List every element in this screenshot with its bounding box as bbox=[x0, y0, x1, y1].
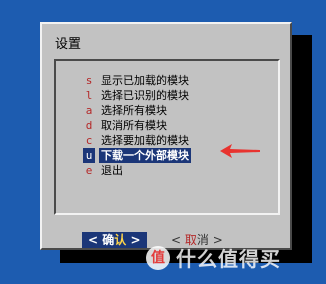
menu-item-deselect-all[interactable]: d 取消所有模块 bbox=[83, 118, 263, 133]
menu-item-select-recognized[interactable]: l 选择已识别的模块 bbox=[83, 88, 263, 103]
ok-hotkey: 认 bbox=[114, 233, 127, 247]
cancel-label-main: 消 bbox=[196, 233, 209, 247]
menu-label: 选择已识别的模块 bbox=[101, 89, 189, 102]
settings-dialog: 设置 s 显示已加载的模块 l 选择已识别的模块 a 选择所有模块 d 取消所有… bbox=[40, 22, 292, 250]
watermark-text: 什么值得买 bbox=[176, 247, 281, 271]
menu-item-select-all[interactable]: a 选择所有模块 bbox=[83, 103, 263, 118]
watermark: 值 什么值得买 bbox=[146, 246, 318, 272]
menu-label: 下载一个外部模块 bbox=[99, 148, 191, 163]
menu-label: 选择要加载的模块 bbox=[101, 134, 189, 147]
menu-key: s bbox=[85, 74, 93, 87]
watermark-badge: 值 bbox=[146, 246, 170, 270]
menu-key: u bbox=[83, 148, 95, 163]
ok-button[interactable]: < 确认 > bbox=[82, 232, 147, 248]
menu-item-show-loaded[interactable]: s 显示已加载的模块 bbox=[83, 73, 263, 88]
menu-key: a bbox=[85, 104, 93, 117]
ok-label-main: 确 bbox=[102, 233, 115, 247]
menu-item-exit[interactable]: e 退出 bbox=[83, 163, 263, 178]
cancel-right-bracket: > bbox=[212, 233, 223, 247]
menu-key: c bbox=[85, 134, 93, 147]
menu-label: 取消所有模块 bbox=[101, 119, 167, 132]
menu-key: e bbox=[85, 164, 93, 177]
cancel-hotkey: 取 bbox=[184, 233, 197, 247]
cancel-left-bracket: < bbox=[171, 233, 182, 247]
menu-label: 显示已加载的模块 bbox=[101, 74, 189, 87]
menu-label: 退出 bbox=[101, 164, 123, 177]
dialog-title: 设置 bbox=[55, 37, 82, 52]
menu-key: d bbox=[85, 119, 93, 132]
menu-key: l bbox=[85, 89, 93, 102]
menu-label: 选择所有模块 bbox=[101, 104, 167, 117]
ok-left-bracket: < bbox=[88, 233, 99, 247]
menu-list: s 显示已加载的模块 l 选择已识别的模块 a 选择所有模块 d 取消所有模块 … bbox=[54, 59, 280, 215]
ok-right-bracket: > bbox=[130, 233, 141, 247]
arrow-annotation-icon bbox=[220, 144, 260, 158]
